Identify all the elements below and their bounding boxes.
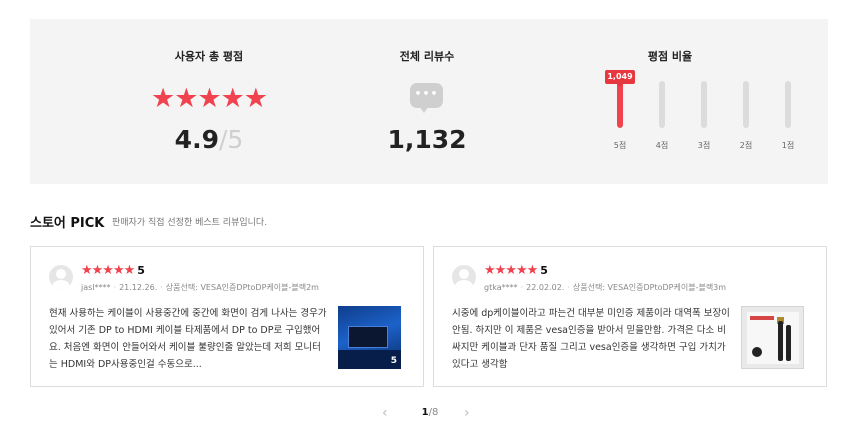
review-card[interactable]: ★★★★★ 5 gtka**** · 22.02.02. · 상품선택: VESA인증DP…: [433, 246, 827, 387]
total-rating-section: 사용자 총 평점 ★★★★★ 4.9/5: [150, 19, 268, 184]
rating-bar-label: 5점: [613, 141, 627, 150]
rating-bar: 4점: [647, 76, 677, 176]
monitor-image: [348, 326, 388, 348]
speech-bubble-icon: •••: [410, 83, 443, 113]
total-pages: 8: [431, 407, 439, 418]
review-option: 상품선택: VESA인증DPtoDP케이블-블랙3m: [572, 283, 727, 292]
rating-bar-track: [743, 81, 749, 128]
rating-bar-count: 1,049: [605, 70, 635, 87]
review-rating-value: 5: [137, 264, 145, 277]
product-box-header: [750, 316, 774, 320]
score-value: 4.9: [174, 125, 219, 154]
review-text: 시중에 dp케이블이라고 파는건 대부분 미인증 제품이라 대역폭 보장이 안됨…: [452, 308, 730, 370]
review-date: 22.02.02.: [526, 283, 565, 292]
rating-ratio-title: 평점 비율: [647, 50, 693, 63]
review-count-value: 1,132: [387, 125, 467, 154]
rating-bar-fill: [617, 81, 623, 128]
score-max: 5: [227, 125, 244, 154]
review-rating-value: 5: [540, 264, 548, 277]
rating-bar: 1점: [773, 76, 803, 176]
review-rating: ★★★★★ 5: [81, 264, 145, 278]
rating-bar-label: 2점: [739, 141, 753, 150]
rating-bar: 3점: [689, 76, 719, 176]
review-user: jasl****: [81, 283, 111, 292]
review-photo-thumbnail[interactable]: 5: [338, 306, 401, 369]
rating-bar-track: [701, 81, 707, 128]
total-rating-title: 사용자 총 평점: [174, 50, 244, 63]
review-count-title: 전체 리뷰수: [399, 50, 455, 63]
avatar: [452, 265, 476, 289]
current-page: 1: [421, 407, 429, 418]
rating-bar: 2점: [731, 76, 761, 176]
total-rating-stars-icon: ★★★★★: [150, 83, 268, 114]
chevron-left-icon[interactable]: ‹: [382, 405, 388, 421]
total-rating-score: 4.9/5: [150, 122, 268, 158]
review-meta: gtka**** · 22.02.02. · 상품선택: VESA인증DPtoDP케이블…: [484, 283, 727, 292]
rating-bar-track: [617, 81, 623, 128]
rating-bar-track: [659, 81, 665, 128]
rating-ratio-section: 평점 비율 1,049 5점 4점 3점 2점 1점: [570, 19, 794, 184]
rating-bar-track: [785, 81, 791, 128]
rating-bar-label: 3점: [697, 141, 711, 150]
store-pick-subtitle: 판매자가 직접 선정한 베스트 리뷰입니다.: [112, 218, 268, 228]
review-user: gtka****: [484, 283, 518, 292]
photo-count: 5: [390, 356, 397, 366]
review-stars-icon: ★★★★★: [484, 263, 538, 278]
review-date: 21.12.26.: [119, 283, 158, 292]
rating-summary-panel: 사용자 총 평점 ★★★★★ 4.9/5 전체 리뷰수 ••• 1,132 평점…: [30, 19, 828, 184]
page-indicator: 1/8: [412, 407, 448, 418]
rating-bar-label: 1점: [781, 141, 795, 150]
review-card[interactable]: ★★★★★ 5 jasl**** · 21.12.26. · 상품선택: VESA인증DP…: [30, 246, 424, 387]
avatar: [49, 265, 73, 289]
rating-bar-label: 4점: [655, 141, 669, 150]
review-meta: jasl**** · 21.12.26. · 상품선택: VESA인증DPtoDP케이블…: [81, 283, 319, 292]
pagination: ‹ 1/8 ›: [0, 403, 860, 423]
review-option: 상품선택: VESA인증DPtoDP케이블-블랙2m: [165, 283, 319, 292]
review-stars-icon: ★★★★★: [81, 263, 135, 278]
review-count-section: 전체 리뷰수 ••• 1,132: [375, 19, 479, 184]
brand-logo-image: [752, 347, 762, 357]
review-text: 현재 사용하는 케이블이 사용중간에 중간에 화면이 검게 나사는 경우가 있어…: [49, 308, 327, 370]
review-photo-thumbnail[interactable]: [741, 306, 804, 369]
chevron-right-icon[interactable]: ›: [464, 405, 470, 421]
cable-image: [786, 325, 791, 361]
review-rating: ★★★★★ 5: [484, 264, 548, 278]
rating-bar: 1,049 5점: [605, 70, 635, 176]
store-pick-title: 스토어 PICK: [30, 216, 105, 231]
cable-image: [778, 321, 783, 361]
rating-ratio-bars: 1,049 5점 4점 3점 2점 1점: [570, 70, 794, 176]
